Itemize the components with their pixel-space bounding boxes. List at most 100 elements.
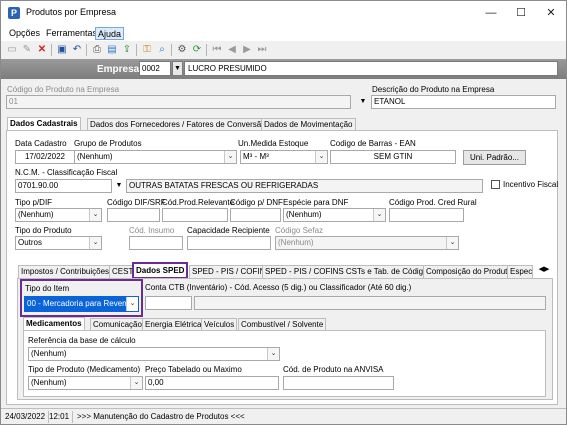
save-icon[interactable]: ▣	[56, 44, 68, 56]
conta-ctb-label: Conta CTB (Inventário) - Cód. Acesso (5 …	[145, 283, 412, 292]
tipo-produto-label: Tipo do Produto	[15, 226, 72, 235]
sefaz-label: Código Sefaz	[275, 226, 324, 235]
uni-padrao-button[interactable]: Uni. Padrão...	[463, 150, 526, 165]
cod-dnf-label: Código p/ DNF	[230, 198, 283, 207]
anvisa-field[interactable]	[283, 376, 394, 390]
chevron-down-icon[interactable]: ⌄	[224, 151, 236, 163]
tipo-medicamento-label: Tipo de Produto (Medicamento)	[28, 365, 141, 374]
chevron-down-icon[interactable]: ⌄	[373, 209, 385, 221]
chevron-down-icon[interactable]: ⌄	[89, 237, 101, 249]
minimize-button[interactable]: —	[478, 4, 504, 22]
main-window: P Produtos por Empresa — ☐ ✕ Opções Ferr…	[0, 0, 567, 425]
chevron-down-icon[interactable]: ⌄	[315, 151, 327, 163]
grupo-produtos-select[interactable]: (Nenhum) ⌄	[74, 150, 237, 164]
cod-relevante-field[interactable]	[162, 208, 228, 222]
window-title: Produtos por Empresa	[26, 7, 117, 17]
dados-cadastrais-panel: Data Cadastro 17/02/2022 Grupo de Produt…	[6, 130, 558, 405]
next-record-icon[interactable]: ▶	[241, 44, 253, 56]
print-icon[interactable]: ⎙	[91, 44, 103, 56]
subtab-dados-sped[interactable]: Dados SPED	[132, 262, 189, 279]
company-name-field: LUCRO PRESUMIDO	[184, 61, 558, 76]
menu-opcoes[interactable]: Opções	[7, 27, 42, 40]
toolbar-separator	[86, 44, 87, 56]
company-code-field[interactable]: 0002	[139, 61, 171, 76]
unidade-select[interactable]: M³ - M³ ⌄	[240, 150, 328, 164]
delete-icon[interactable]: ✕	[36, 44, 48, 56]
unidade-label: Un.Medida Estoque	[238, 139, 309, 148]
dados-sped-panel: Tipo do Item 00 - Mercadoria para Revend…	[17, 278, 553, 400]
innertab-medicamentos[interactable]: Medicamentos	[23, 317, 85, 330]
product-dropdown-icon[interactable]: ▼	[357, 95, 369, 109]
referencia-value: (Nenhum)	[31, 349, 67, 358]
cod-dif-field[interactable]	[107, 208, 160, 222]
ncm-description-field: OUTRAS BATATAS FRESCAS OU REFRIGERADAS	[126, 179, 483, 193]
edit-icon[interactable]: ✎	[21, 44, 33, 56]
ncm-label: N.C.M. - Classificação Fiscal	[15, 168, 118, 177]
data-cadastro-label: Data Cadastro	[15, 139, 67, 148]
toolbar-separator	[171, 44, 172, 56]
tipo-produto-value: Outros	[18, 238, 43, 247]
chevron-down-icon[interactable]: ⌄	[89, 209, 101, 221]
subtab-sped-csts[interactable]: SPED - PIS / COFINS CSTs e Tab. de Códig…	[262, 265, 435, 278]
especie-dnf-label: Espécie para DNF	[283, 198, 349, 207]
close-button[interactable]: ✕	[538, 4, 564, 22]
chevron-down-icon[interactable]: ⌄	[446, 237, 458, 249]
new-document-icon[interactable]: ▭	[6, 44, 18, 56]
tipo-item-value: 00 - Mercadoria para Revenda	[27, 299, 136, 308]
subtab-espec[interactable]: Espec	[507, 265, 533, 278]
undo-icon[interactable]: ↶	[71, 44, 83, 56]
cred-rural-field[interactable]	[389, 208, 464, 222]
chevron-down-icon[interactable]: ⌄	[126, 297, 138, 311]
previous-record-icon[interactable]: ◀	[226, 44, 238, 56]
tipo-item-select[interactable]: 00 - Mercadoria para Revenda ⌄	[24, 296, 139, 312]
chevron-down-icon[interactable]: ⌄	[130, 377, 142, 389]
sefaz-select[interactable]: (Nenhum) ⌄	[275, 236, 459, 250]
tab-dados-cadastrais[interactable]: Dados Cadastrais	[7, 117, 81, 130]
cod-dif-label: Código DIF/SRF	[107, 198, 166, 207]
cod-insumo-field[interactable]	[129, 236, 183, 250]
refresh-icon[interactable]: ⟳	[191, 44, 203, 56]
chevron-down-icon[interactable]: ⌄	[267, 348, 279, 360]
referencia-select[interactable]: (Nenhum) ⌄	[28, 347, 280, 361]
print-preview-icon[interactable]: ▤	[106, 44, 118, 56]
tipo-dif-select[interactable]: (Nenhum) ⌄	[15, 208, 102, 222]
conta-ctb-field[interactable]	[145, 296, 192, 310]
tipo-produto-select[interactable]: Outros ⌄	[15, 236, 102, 250]
last-record-icon[interactable]: ⏭	[256, 44, 268, 56]
capacidade-field[interactable]	[187, 236, 271, 250]
first-record-icon[interactable]: ⏮	[211, 44, 223, 56]
tipo-medicamento-value: (Nenhum)	[31, 378, 67, 387]
ncm-field[interactable]: 0701.90.00	[15, 179, 112, 193]
cod-dnf-field[interactable]	[230, 208, 281, 222]
subtab-sped-pis-cofins[interactable]: SPED - PIS / COFINS	[189, 265, 274, 278]
ncm-dropdown-icon[interactable]: ▼	[113, 179, 125, 193]
status-bar: 24/03/2022 12:01 >>> Manutenção do Cadas…	[1, 408, 566, 424]
cod-relevante-label: Cód.Prod.Relevante	[162, 198, 235, 207]
search-icon[interactable]: ⌕	[156, 44, 168, 56]
menu-ajuda[interactable]: Ajuda	[95, 27, 125, 40]
preco-field[interactable]: 0,00	[145, 376, 279, 390]
menu-ferramentas[interactable]: Ferramentas	[44, 27, 99, 40]
tipo-medicamento-select[interactable]: (Nenhum) ⌄	[28, 376, 143, 390]
lock-icon[interactable]: ⚿	[141, 44, 153, 56]
product-code-field[interactable]: 01	[6, 95, 351, 109]
data-cadastro-field[interactable]: 17/02/2022	[15, 150, 75, 164]
settings-icon[interactable]: ⚙	[176, 44, 188, 56]
tipo-dif-label: Tipo p/DIF	[15, 198, 53, 207]
subtab-impostos[interactable]: Impostos / Contribuições	[18, 265, 113, 278]
especie-dnf-select[interactable]: (Nenhum) ⌄	[283, 208, 386, 222]
export-icon[interactable]: ⇪	[121, 44, 133, 56]
toolbar-separator	[51, 44, 52, 56]
capacidade-label: Capacidade Recipiente	[187, 226, 270, 235]
product-desc-label: Descrição do Produto na Empresa	[372, 85, 495, 94]
status-time: 12:01	[46, 411, 74, 423]
title-bar: P Produtos por Empresa — ☐ ✕	[1, 1, 566, 25]
incentivo-fiscal-checkbox[interactable]	[491, 180, 500, 189]
company-dropdown-button[interactable]: ▼	[172, 61, 183, 76]
tab-scroll-arrows-icon[interactable]: ◀▶	[535, 264, 553, 276]
especie-dnf-value: (Nenhum)	[286, 210, 322, 219]
subtab-composicao[interactable]: Composição do Produto	[423, 265, 515, 278]
product-desc-field[interactable]: ETANOL	[371, 95, 556, 109]
barras-field[interactable]: SEM GTIN	[330, 150, 456, 164]
maximize-button[interactable]: ☐	[508, 4, 534, 22]
